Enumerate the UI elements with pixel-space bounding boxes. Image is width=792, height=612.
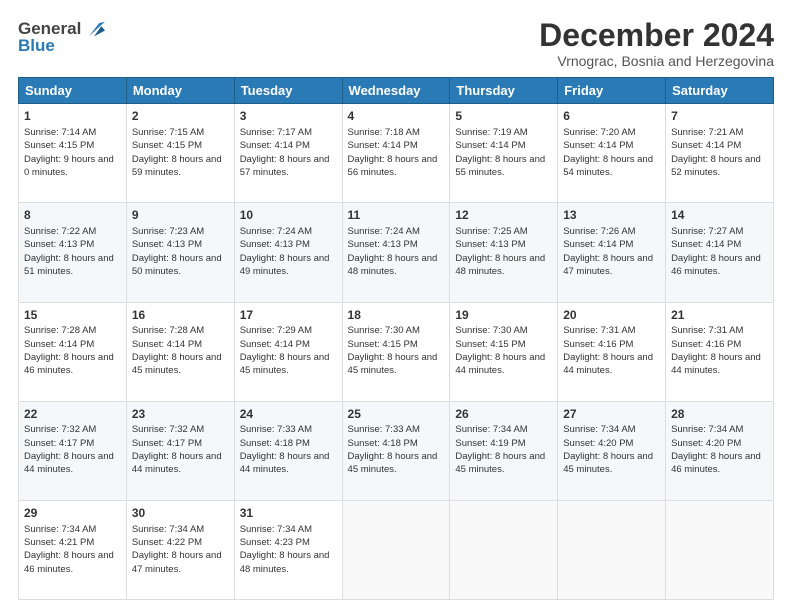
list-item: 5 Sunrise: 7:19 AM Sunset: 4:14 PM Dayli… <box>450 104 558 203</box>
list-item: 15 Sunrise: 7:28 AM Sunset: 4:14 PM Dayl… <box>19 302 127 401</box>
header-friday: Friday <box>558 78 666 104</box>
table-row: 15 Sunrise: 7:28 AM Sunset: 4:14 PM Dayl… <box>19 302 774 401</box>
list-item: 6 Sunrise: 7:20 AM Sunset: 4:14 PM Dayli… <box>558 104 666 203</box>
list-item: 17 Sunrise: 7:29 AM Sunset: 4:14 PM Dayl… <box>234 302 342 401</box>
list-item: 31 Sunrise: 7:34 AM Sunset: 4:23 PM Dayl… <box>234 500 342 599</box>
empty-cell <box>558 500 666 599</box>
list-item: 23 Sunrise: 7:32 AM Sunset: 4:17 PM Dayl… <box>126 401 234 500</box>
list-item: 10 Sunrise: 7:24 AM Sunset: 4:13 PM Dayl… <box>234 203 342 302</box>
list-item: 26 Sunrise: 7:34 AM Sunset: 4:19 PM Dayl… <box>450 401 558 500</box>
table-row: 29 Sunrise: 7:34 AM Sunset: 4:21 PM Dayl… <box>19 500 774 599</box>
list-item: 16 Sunrise: 7:28 AM Sunset: 4:14 PM Dayl… <box>126 302 234 401</box>
list-item: 7 Sunrise: 7:21 AM Sunset: 4:14 PM Dayli… <box>666 104 774 203</box>
header-thursday: Thursday <box>450 78 558 104</box>
list-item: 13 Sunrise: 7:26 AM Sunset: 4:14 PM Dayl… <box>558 203 666 302</box>
header-wednesday: Wednesday <box>342 78 450 104</box>
list-item: 24 Sunrise: 7:33 AM Sunset: 4:18 PM Dayl… <box>234 401 342 500</box>
list-item: 20 Sunrise: 7:31 AM Sunset: 4:16 PM Dayl… <box>558 302 666 401</box>
logo-icon <box>83 18 105 40</box>
list-item: 28 Sunrise: 7:34 AM Sunset: 4:20 PM Dayl… <box>666 401 774 500</box>
calendar-header-row: Sunday Monday Tuesday Wednesday Thursday… <box>19 78 774 104</box>
header-tuesday: Tuesday <box>234 78 342 104</box>
table-row: 8 Sunrise: 7:22 AM Sunset: 4:13 PM Dayli… <box>19 203 774 302</box>
list-item: 4 Sunrise: 7:18 AM Sunset: 4:14 PM Dayli… <box>342 104 450 203</box>
list-item: 29 Sunrise: 7:34 AM Sunset: 4:21 PM Dayl… <box>19 500 127 599</box>
list-item: 1 Sunrise: 7:14 AM Sunset: 4:15 PM Dayli… <box>19 104 127 203</box>
title-area: December 2024 Vrnograc, Bosnia and Herze… <box>539 18 774 69</box>
list-item: 21 Sunrise: 7:31 AM Sunset: 4:16 PM Dayl… <box>666 302 774 401</box>
logo-blue-text: Blue <box>18 36 55 56</box>
header-monday: Monday <box>126 78 234 104</box>
table-row: 1 Sunrise: 7:14 AM Sunset: 4:15 PM Dayli… <box>19 104 774 203</box>
list-item: 8 Sunrise: 7:22 AM Sunset: 4:13 PM Dayli… <box>19 203 127 302</box>
header: General Blue December 2024 Vrnograc, Bos… <box>18 18 774 69</box>
list-item: 25 Sunrise: 7:33 AM Sunset: 4:18 PM Dayl… <box>342 401 450 500</box>
list-item: 18 Sunrise: 7:30 AM Sunset: 4:15 PM Dayl… <box>342 302 450 401</box>
list-item: 9 Sunrise: 7:23 AM Sunset: 4:13 PM Dayli… <box>126 203 234 302</box>
empty-cell <box>450 500 558 599</box>
header-sunday: Sunday <box>19 78 127 104</box>
list-item: 14 Sunrise: 7:27 AM Sunset: 4:14 PM Dayl… <box>666 203 774 302</box>
list-item: 30 Sunrise: 7:34 AM Sunset: 4:22 PM Dayl… <box>126 500 234 599</box>
calendar: Sunday Monday Tuesday Wednesday Thursday… <box>18 77 774 600</box>
header-saturday: Saturday <box>666 78 774 104</box>
list-item: 19 Sunrise: 7:30 AM Sunset: 4:15 PM Dayl… <box>450 302 558 401</box>
list-item: 3 Sunrise: 7:17 AM Sunset: 4:14 PM Dayli… <box>234 104 342 203</box>
subtitle: Vrnograc, Bosnia and Herzegovina <box>539 53 774 69</box>
logo-area: General Blue <box>18 18 105 56</box>
list-item: 27 Sunrise: 7:34 AM Sunset: 4:20 PM Dayl… <box>558 401 666 500</box>
empty-cell <box>666 500 774 599</box>
empty-cell <box>342 500 450 599</box>
table-row: 22 Sunrise: 7:32 AM Sunset: 4:17 PM Dayl… <box>19 401 774 500</box>
main-title: December 2024 <box>539 18 774 53</box>
list-item: 11 Sunrise: 7:24 AM Sunset: 4:13 PM Dayl… <box>342 203 450 302</box>
list-item: 22 Sunrise: 7:32 AM Sunset: 4:17 PM Dayl… <box>19 401 127 500</box>
list-item: 12 Sunrise: 7:25 AM Sunset: 4:13 PM Dayl… <box>450 203 558 302</box>
page: General Blue December 2024 Vrnograc, Bos… <box>0 0 792 612</box>
list-item: 2 Sunrise: 7:15 AM Sunset: 4:15 PM Dayli… <box>126 104 234 203</box>
